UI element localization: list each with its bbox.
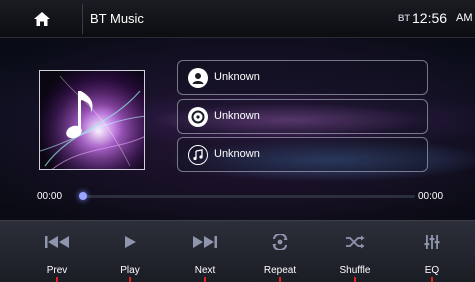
play-button[interactable]: Play bbox=[92, 221, 168, 282]
song-title: Unknown bbox=[214, 148, 260, 160]
next-label: Next bbox=[194, 265, 216, 276]
repeat-button[interactable]: Repeat bbox=[242, 221, 318, 282]
total-time: 00:00 bbox=[418, 191, 444, 202]
playback-control-bar: Prev Play Next Repeat Shuffle EQ bbox=[0, 220, 475, 282]
eq-button[interactable]: EQ bbox=[394, 221, 470, 282]
progress-track[interactable] bbox=[82, 195, 415, 198]
page-title: BT Music bbox=[90, 11, 144, 26]
next-button[interactable]: Next bbox=[167, 221, 243, 282]
home-button[interactable] bbox=[25, 6, 59, 32]
song-row: Unknown bbox=[177, 137, 428, 172]
play-label: Play bbox=[120, 265, 140, 276]
clock-ampm: AM bbox=[456, 12, 473, 24]
elapsed-time: 00:00 bbox=[37, 191, 63, 202]
play-indicator-tick bbox=[129, 277, 131, 282]
music-note-icon bbox=[188, 145, 208, 165]
equalizer-icon bbox=[416, 231, 448, 253]
header-bar: BT Music BT 12:56 AM bbox=[0, 0, 475, 38]
prev-label: Prev bbox=[46, 265, 68, 276]
prev-indicator-tick bbox=[56, 277, 58, 282]
repeat-label: Repeat bbox=[263, 265, 297, 276]
repeat-icon bbox=[264, 231, 296, 253]
album-row: Unknown bbox=[177, 99, 428, 134]
header-divider bbox=[82, 4, 83, 34]
previous-icon bbox=[41, 231, 73, 253]
album-name: Unknown bbox=[214, 110, 260, 122]
album-disc-icon bbox=[188, 107, 208, 127]
play-icon bbox=[114, 231, 146, 253]
clock-time: 12:56 bbox=[412, 10, 448, 26]
bluetooth-status-badge: BT bbox=[398, 13, 410, 23]
shuffle-label: Shuffle bbox=[339, 265, 371, 276]
album-art-music-note-graphic bbox=[40, 71, 144, 169]
next-indicator-tick bbox=[204, 277, 206, 282]
prev-button[interactable]: Prev bbox=[19, 221, 95, 282]
artist-row: Unknown bbox=[177, 60, 428, 95]
repeat-indicator-tick bbox=[279, 277, 281, 282]
next-icon bbox=[189, 231, 221, 253]
eq-label: EQ bbox=[424, 265, 440, 276]
shuffle-button[interactable]: Shuffle bbox=[317, 221, 393, 282]
artist-name: Unknown bbox=[214, 71, 260, 83]
progress-thumb[interactable] bbox=[79, 192, 87, 200]
shuffle-icon bbox=[339, 231, 371, 253]
bt-music-screen: BT Music BT 12:56 AM Unknown Unknown Unk… bbox=[0, 0, 475, 282]
home-icon bbox=[34, 12, 50, 26]
eq-indicator-tick bbox=[431, 277, 433, 282]
artist-icon bbox=[188, 68, 208, 88]
album-art bbox=[39, 70, 145, 170]
shuffle-indicator-tick bbox=[354, 277, 356, 282]
